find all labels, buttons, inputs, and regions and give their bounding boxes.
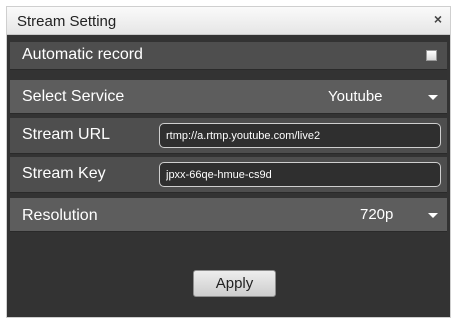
dialog-titlebar: Stream Setting ×: [7, 7, 450, 35]
close-icon[interactable]: ×: [434, 11, 442, 27]
dialog-title: Stream Setting: [17, 13, 117, 30]
chevron-down-icon[interactable]: [428, 213, 438, 218]
stream-url-label: Stream URL: [22, 126, 111, 143]
resolution-label: Resolution: [22, 207, 98, 224]
stream-key-row: Stream Key: [10, 157, 447, 193]
select-service-row[interactable]: Select Service Youtube: [10, 80, 447, 114]
stream-setting-dialog: Stream Setting × Automatic record Select…: [6, 6, 451, 318]
select-service-label: Select Service: [22, 88, 125, 105]
select-service-value[interactable]: Youtube: [328, 88, 383, 105]
stream-key-input[interactable]: [159, 162, 441, 187]
resolution-row[interactable]: Resolution 720p: [10, 198, 447, 232]
apply-button[interactable]: Apply: [193, 270, 276, 297]
chevron-down-icon[interactable]: [428, 95, 438, 100]
resolution-value[interactable]: 720p: [360, 206, 393, 223]
automatic-record-row: Automatic record: [10, 42, 447, 70]
stream-url-input[interactable]: [159, 123, 441, 148]
stream-url-row: Stream URL: [10, 118, 447, 154]
stream-key-label: Stream Key: [22, 165, 106, 182]
automatic-record-checkbox[interactable]: [426, 50, 437, 61]
automatic-record-label: Automatic record: [22, 46, 143, 63]
